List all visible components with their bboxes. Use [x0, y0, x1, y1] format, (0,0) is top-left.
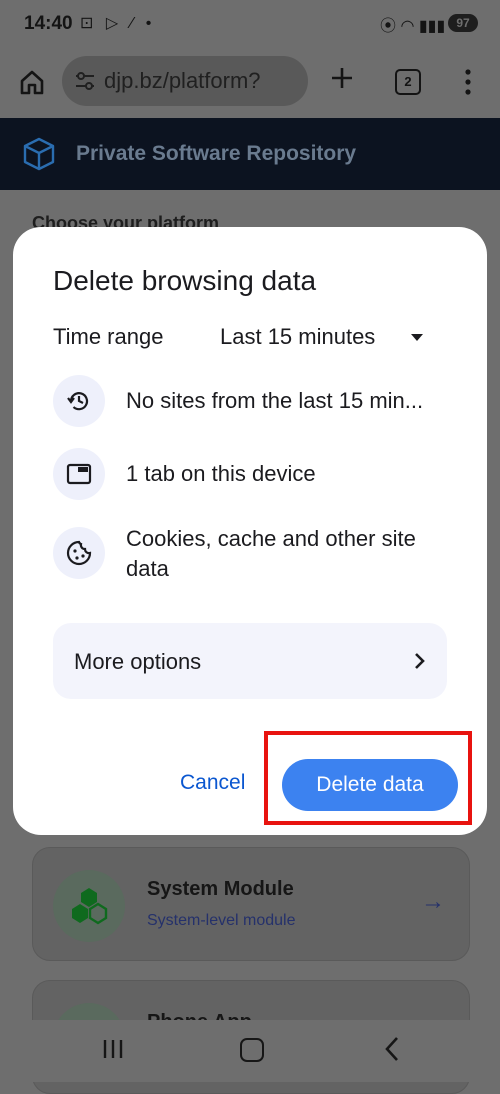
arrow-right-icon: → [421, 888, 445, 915]
tab-icon [66, 463, 92, 485]
dialog-title: Delete browsing data [53, 265, 317, 296]
cookies-item-text: Cookies, cache and other site data [126, 526, 416, 581]
recents-icon[interactable] [102, 1038, 124, 1060]
navigation-bar [0, 1020, 500, 1082]
site-header: Private Software Repository [0, 118, 500, 190]
card-title: System Module [147, 878, 294, 900]
more-options-label: More options [74, 649, 202, 674]
card-subtitle: System-level module [147, 912, 296, 929]
history-icon-container [53, 375, 105, 427]
back-icon[interactable] [382, 1036, 402, 1062]
more-options-button[interactable]: More options [53, 623, 447, 699]
time-range-dropdown[interactable]: Last 15 minutes [220, 324, 375, 350]
address-bar[interactable]: djp.bz/platform? [62, 56, 308, 106]
status-time: 14:40 [24, 13, 73, 34]
chevron-right-icon [415, 653, 425, 669]
site-title: Private Software Repository [76, 142, 357, 165]
home-button-icon[interactable] [240, 1038, 264, 1062]
url-text: djp.bz/platform? [104, 68, 261, 93]
time-range-label: Time range [53, 324, 164, 349]
hexagon-icon [72, 888, 108, 925]
dropdown-arrow-icon[interactable] [411, 334, 423, 341]
battery-indicator: 97 [448, 14, 478, 32]
cookie-icon-container [53, 527, 105, 579]
platform-card-system-module[interactable]: System Module System-level module → [32, 847, 470, 961]
tabs-item-text: 1 tab on this device [126, 461, 316, 486]
cancel-button[interactable]: Cancel [180, 771, 245, 795]
more-menu-icon[interactable] [465, 68, 471, 96]
tab-switcher-button[interactable]: 2 [395, 69, 421, 95]
history-item-text: No sites from the last 15 min... [126, 388, 424, 413]
highlight-box [264, 731, 472, 825]
browser-toolbar: djp.bz/platform? 2 [0, 48, 500, 118]
new-tab-icon[interactable] [330, 66, 354, 90]
page-info-icon[interactable] [74, 71, 96, 91]
status-bar: 14:40 ⊡ ▷ ⁄ • ⦿ ◠ ▮▮▮ 97 [0, 0, 500, 48]
module-logo [53, 870, 125, 942]
signal-icons: ⦿ ◠ ▮▮▮ [380, 18, 446, 35]
cookie-icon [66, 540, 92, 566]
history-icon [67, 392, 89, 411]
tab-icon-container [53, 448, 105, 500]
cube-logo-icon [23, 137, 55, 171]
home-icon[interactable] [18, 68, 46, 96]
notification-icons: ⊡ ▷ ⁄ • [80, 15, 156, 32]
